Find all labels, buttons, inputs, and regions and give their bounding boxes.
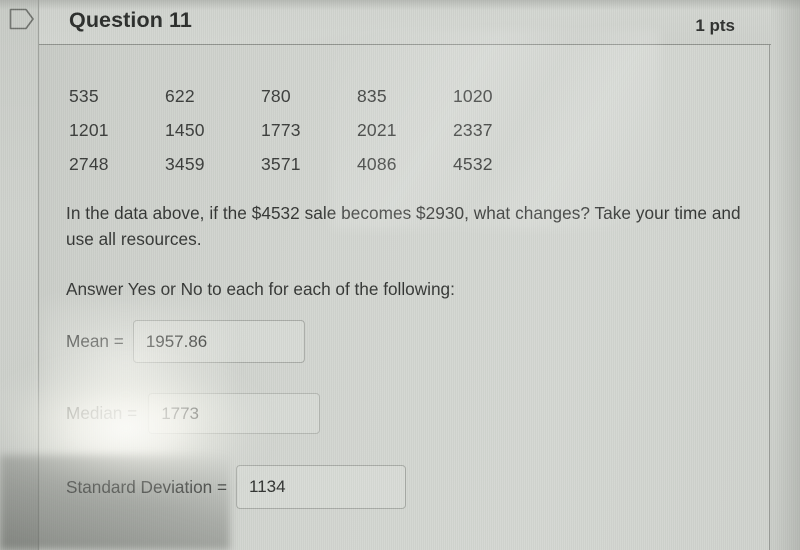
mean-label: Mean = bbox=[66, 331, 124, 351]
flag-bookmark-icon[interactable] bbox=[9, 8, 35, 30]
table-row: 2748 3459 3571 4086 4532 bbox=[69, 154, 549, 188]
data-grid: 535 622 780 835 1020 1201 1450 1773 2021… bbox=[69, 86, 549, 188]
data-cell: 2021 bbox=[357, 120, 397, 140]
answer-row-median: Median = bbox=[66, 393, 321, 434]
data-cell: 4532 bbox=[453, 154, 493, 174]
photographed-screen: Question 11 1 pts 535 622 780 835 1020 1… bbox=[0, 0, 800, 550]
question-instruction: Answer Yes or No to each for each of the… bbox=[66, 279, 455, 299]
answer-row-standard-deviation: Standard Deviation = bbox=[66, 465, 406, 509]
question-body: 535 622 780 835 1020 1201 1450 1773 2021… bbox=[39, 45, 771, 550]
data-cell: 835 bbox=[357, 86, 387, 106]
left-gutter bbox=[0, 0, 38, 550]
data-cell: 4086 bbox=[357, 154, 397, 174]
question-header: Question 11 1 pts bbox=[39, 0, 771, 45]
answer-row-mean: Mean = bbox=[66, 320, 305, 363]
question-prompt: In the data above, if the $4532 sale bec… bbox=[66, 203, 741, 249]
data-cell: 3571 bbox=[261, 154, 301, 174]
data-cell: 780 bbox=[261, 86, 291, 106]
standard-deviation-label: Standard Deviation = bbox=[66, 476, 227, 497]
standard-deviation-input[interactable] bbox=[236, 465, 406, 509]
table-row: 1201 1450 1773 2021 2337 bbox=[69, 120, 549, 154]
right-gutter bbox=[770, 0, 800, 550]
data-cell: 535 bbox=[69, 86, 99, 106]
data-cell: 1450 bbox=[165, 120, 205, 140]
median-input[interactable] bbox=[148, 393, 321, 434]
page-title: Question 11 bbox=[69, 8, 192, 32]
data-cell: 1201 bbox=[69, 120, 109, 140]
points-label: 1 pts bbox=[695, 16, 735, 35]
table-row: 535 622 780 835 1020 bbox=[69, 86, 549, 120]
question-card: Question 11 1 pts 535 622 780 835 1020 1… bbox=[38, 0, 771, 550]
data-cell: 1773 bbox=[261, 120, 301, 140]
data-cell: 622 bbox=[165, 86, 195, 106]
median-label: Median = bbox=[66, 403, 138, 423]
data-cell: 2748 bbox=[69, 154, 109, 174]
data-cell: 1020 bbox=[453, 86, 493, 106]
data-cell: 3459 bbox=[165, 154, 205, 174]
data-cell: 2337 bbox=[453, 120, 493, 140]
mean-input[interactable] bbox=[132, 320, 305, 363]
